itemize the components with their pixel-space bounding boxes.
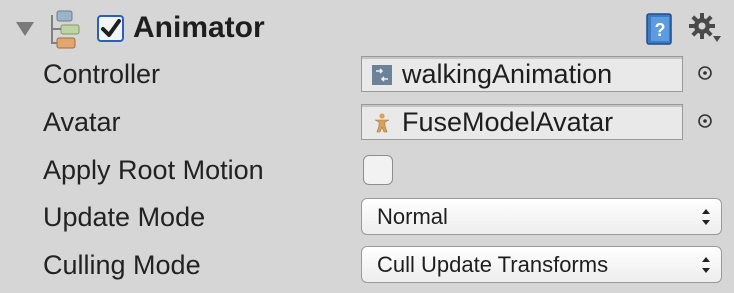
checkmark-icon — [101, 19, 121, 37]
component-enabled-checkbox[interactable] — [97, 15, 124, 42]
culling-mode-label: Culling Mode — [43, 250, 201, 280]
animator-component-icon — [51, 10, 80, 49]
controller-row: Controller walkingAnimation — [0, 51, 734, 97]
controller-value: walkingAnimation — [402, 59, 613, 89]
svg-text:?: ? — [655, 20, 666, 40]
dropdown-arrows-icon — [702, 209, 710, 225]
object-picker-icon[interactable] — [697, 113, 713, 129]
object-picker-icon[interactable] — [697, 65, 713, 81]
component-title: Animator — [133, 11, 265, 44]
animator-controller-icon — [372, 65, 392, 85]
avatar-field[interactable]: FuseModelAvatar — [361, 104, 683, 140]
update-mode-row: Update Mode Normal — [0, 194, 734, 240]
apply-root-motion-row: Apply Root Motion — [0, 147, 734, 193]
dropdown-arrows-icon — [702, 257, 710, 273]
culling-mode-dropdown[interactable]: Cull Update Transforms — [361, 246, 722, 283]
avatar-label: Avatar — [43, 107, 121, 137]
update-mode-dropdown[interactable]: Normal — [361, 198, 722, 235]
update-mode-value: Normal — [377, 204, 448, 229]
animator-inspector-panel: Animator ? Controller walkingAnimation A… — [0, 0, 734, 293]
avatar-figure-icon — [374, 113, 390, 133]
apply-root-motion-label: Apply Root Motion — [43, 155, 264, 185]
avatar-row: Avatar FuseModelAvatar — [0, 99, 734, 145]
culling-mode-value: Cull Update Transforms — [377, 252, 609, 277]
update-mode-label: Update Mode — [43, 202, 206, 232]
apply-root-motion-checkbox[interactable] — [363, 155, 393, 185]
controller-label: Controller — [43, 59, 161, 89]
culling-mode-row: Culling Mode Cull Update Transforms — [0, 242, 734, 288]
gear-icon[interactable] — [688, 12, 722, 46]
component-header: Animator ? — [0, 0, 734, 56]
foldout-arrow-icon[interactable] — [16, 22, 34, 36]
controller-field[interactable]: walkingAnimation — [361, 56, 683, 92]
help-book-icon[interactable]: ? — [645, 13, 675, 45]
avatar-value: FuseModelAvatar — [402, 107, 614, 137]
